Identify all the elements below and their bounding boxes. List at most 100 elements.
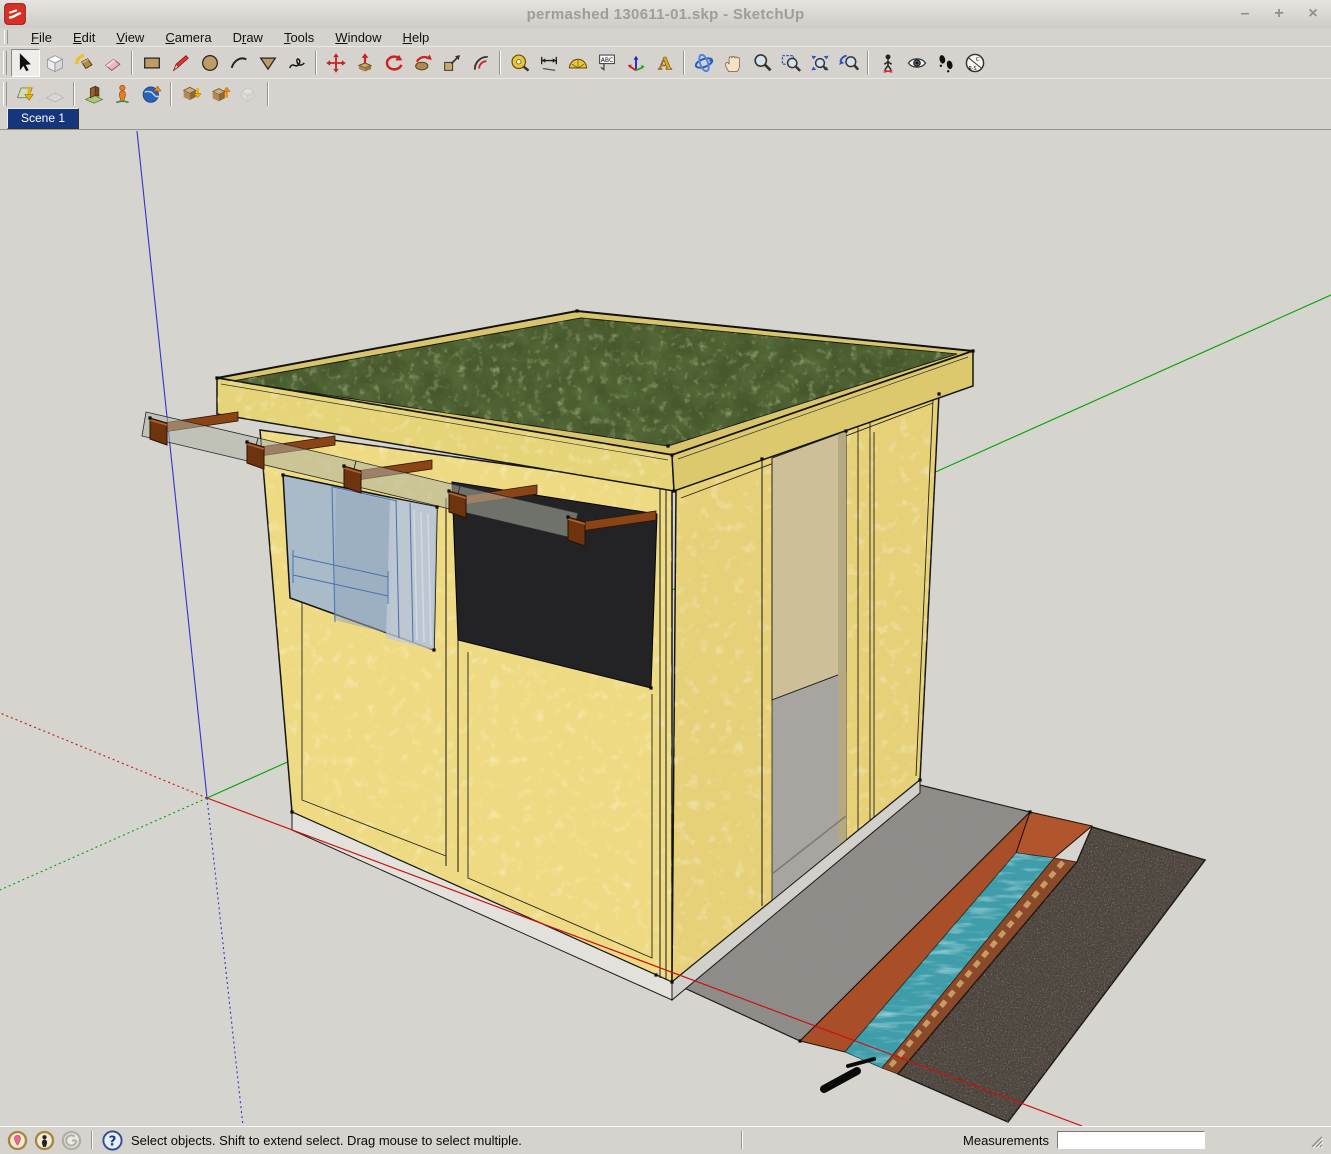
axes-button[interactable]: [621, 49, 650, 77]
svg-text:ABC: ABC: [600, 56, 613, 63]
dimension-button[interactable]: [534, 49, 563, 77]
arc-button[interactable]: [224, 49, 253, 77]
tab-scene-1[interactable]: Scene 1: [7, 108, 80, 129]
scene-tabs: Scene 1: [0, 108, 1331, 130]
make-component-icon: [44, 52, 66, 74]
line-button[interactable]: [166, 49, 195, 77]
sign-in-button[interactable]: [61, 1130, 82, 1151]
menu-help[interactable]: Help: [403, 30, 430, 45]
paint-bucket-button[interactable]: [69, 49, 98, 77]
menu-edit[interactable]: Edit: [73, 30, 95, 45]
paint-bucket-icon: [73, 52, 95, 74]
rectangle-button[interactable]: [137, 49, 166, 77]
photo-textures-icon: [83, 83, 105, 105]
place-figure-button[interactable]: [108, 80, 137, 108]
statusbar-separator: [91, 1131, 93, 1149]
text-button[interactable]: ABC: [592, 49, 621, 77]
photo-textures-button[interactable]: [79, 80, 108, 108]
position-camera-icon: [877, 52, 899, 74]
protractor-button[interactable]: [563, 49, 592, 77]
zoom-window-icon: [780, 52, 802, 74]
zoom-previous-icon: [838, 52, 860, 74]
pan-icon: [722, 52, 744, 74]
menu-camera[interactable]: Camera: [165, 30, 211, 45]
claim-credit-button[interactable]: [34, 1130, 55, 1151]
tape-measure-button[interactable]: [505, 49, 534, 77]
place-figure-icon: [112, 83, 134, 105]
freehand-button[interactable]: [282, 49, 311, 77]
toolbar-separator: [315, 50, 317, 75]
google-earth-button[interactable]: [137, 80, 166, 108]
walk-button[interactable]: [931, 49, 960, 77]
share-model-button[interactable]: [205, 80, 234, 108]
upload-model-button[interactable]: [234, 80, 263, 108]
menu-window[interactable]: Window: [335, 30, 381, 45]
close-button[interactable]: ×: [1303, 6, 1323, 22]
select-button[interactable]: [11, 48, 40, 77]
offset-button[interactable]: [466, 49, 495, 77]
geolocation-button[interactable]: [7, 1130, 28, 1151]
model-viewport[interactable]: [0, 130, 1331, 1126]
door-opening: [761, 430, 847, 906]
zoom-icon: [751, 52, 773, 74]
menu-draw[interactable]: Draw: [233, 30, 263, 45]
eraser-button[interactable]: [98, 49, 127, 77]
help-icon: ?: [102, 1129, 123, 1151]
toolbar-separator: [867, 50, 869, 75]
get-current-view-button[interactable]: [11, 80, 40, 108]
look-around-button[interactable]: [902, 49, 931, 77]
minimize-button[interactable]: –: [1235, 6, 1255, 22]
toolbar-main: ABC A C R-S: [0, 46, 1331, 78]
sketchup-window: permashed 130611-01.skp - SketchUp – + ×…: [0, 0, 1331, 1154]
scale-button[interactable]: [437, 49, 466, 77]
geolocation-icon: [7, 1130, 28, 1150]
measurements-input[interactable]: [1057, 1131, 1205, 1149]
follow-me-button[interactable]: [408, 49, 437, 77]
push-pull-icon: [354, 52, 376, 74]
get-models-icon: [180, 83, 202, 105]
circle-button[interactable]: [195, 49, 224, 77]
freehand-icon: [286, 52, 308, 74]
text-icon: ABC: [596, 52, 618, 74]
menu-tools[interactable]: Tools: [284, 30, 314, 45]
zoom-window-button[interactable]: [776, 49, 805, 77]
orbit-icon: [693, 52, 715, 74]
zoom-previous-button[interactable]: [834, 49, 863, 77]
zoom-button[interactable]: [747, 49, 776, 77]
push-pull-button[interactable]: [350, 49, 379, 77]
rotate-button[interactable]: [379, 49, 408, 77]
offset-icon: [470, 52, 492, 74]
menu-view[interactable]: View: [116, 30, 144, 45]
section-plane-button[interactable]: C R-S: [960, 49, 989, 77]
zoom-extents-button[interactable]: [805, 49, 834, 77]
get-current-view-icon: [15, 83, 37, 105]
pan-button[interactable]: [718, 49, 747, 77]
toolbar-grip: [3, 50, 7, 75]
rotate-icon: [383, 52, 405, 74]
svg-text:A: A: [657, 54, 672, 73]
toolbar-separator: [170, 81, 172, 106]
sign-in-icon: [61, 1130, 82, 1150]
svg-text:R-S: R-S: [968, 65, 976, 71]
get-models-button[interactable]: [176, 80, 205, 108]
maximize-button[interactable]: +: [1269, 6, 1289, 22]
polygon-button[interactable]: [253, 49, 282, 77]
position-camera-button[interactable]: [873, 49, 902, 77]
orbit-button[interactable]: [689, 49, 718, 77]
move-icon: [325, 52, 347, 74]
select-icon: [15, 52, 37, 74]
make-component-button[interactable]: [40, 49, 69, 77]
3d-text-button[interactable]: A: [650, 49, 679, 77]
toolbar-google: [0, 78, 1331, 108]
measurements-label: Measurements: [963, 1132, 1049, 1148]
google-earth-icon: [141, 83, 163, 105]
status-message: Select objects. Shift to extend select. …: [131, 1132, 522, 1148]
resize-grip-icon[interactable]: [1309, 1134, 1324, 1149]
statusbar-separator: [741, 1131, 744, 1149]
arc-icon: [228, 52, 250, 74]
move-button[interactable]: [321, 49, 350, 77]
menu-file[interactable]: File: [31, 30, 52, 45]
statusbar: ? Select objects. Shift to extend select…: [0, 1126, 1331, 1153]
help-button[interactable]: ?: [102, 1129, 123, 1151]
toggle-terrain-button[interactable]: [40, 80, 69, 108]
